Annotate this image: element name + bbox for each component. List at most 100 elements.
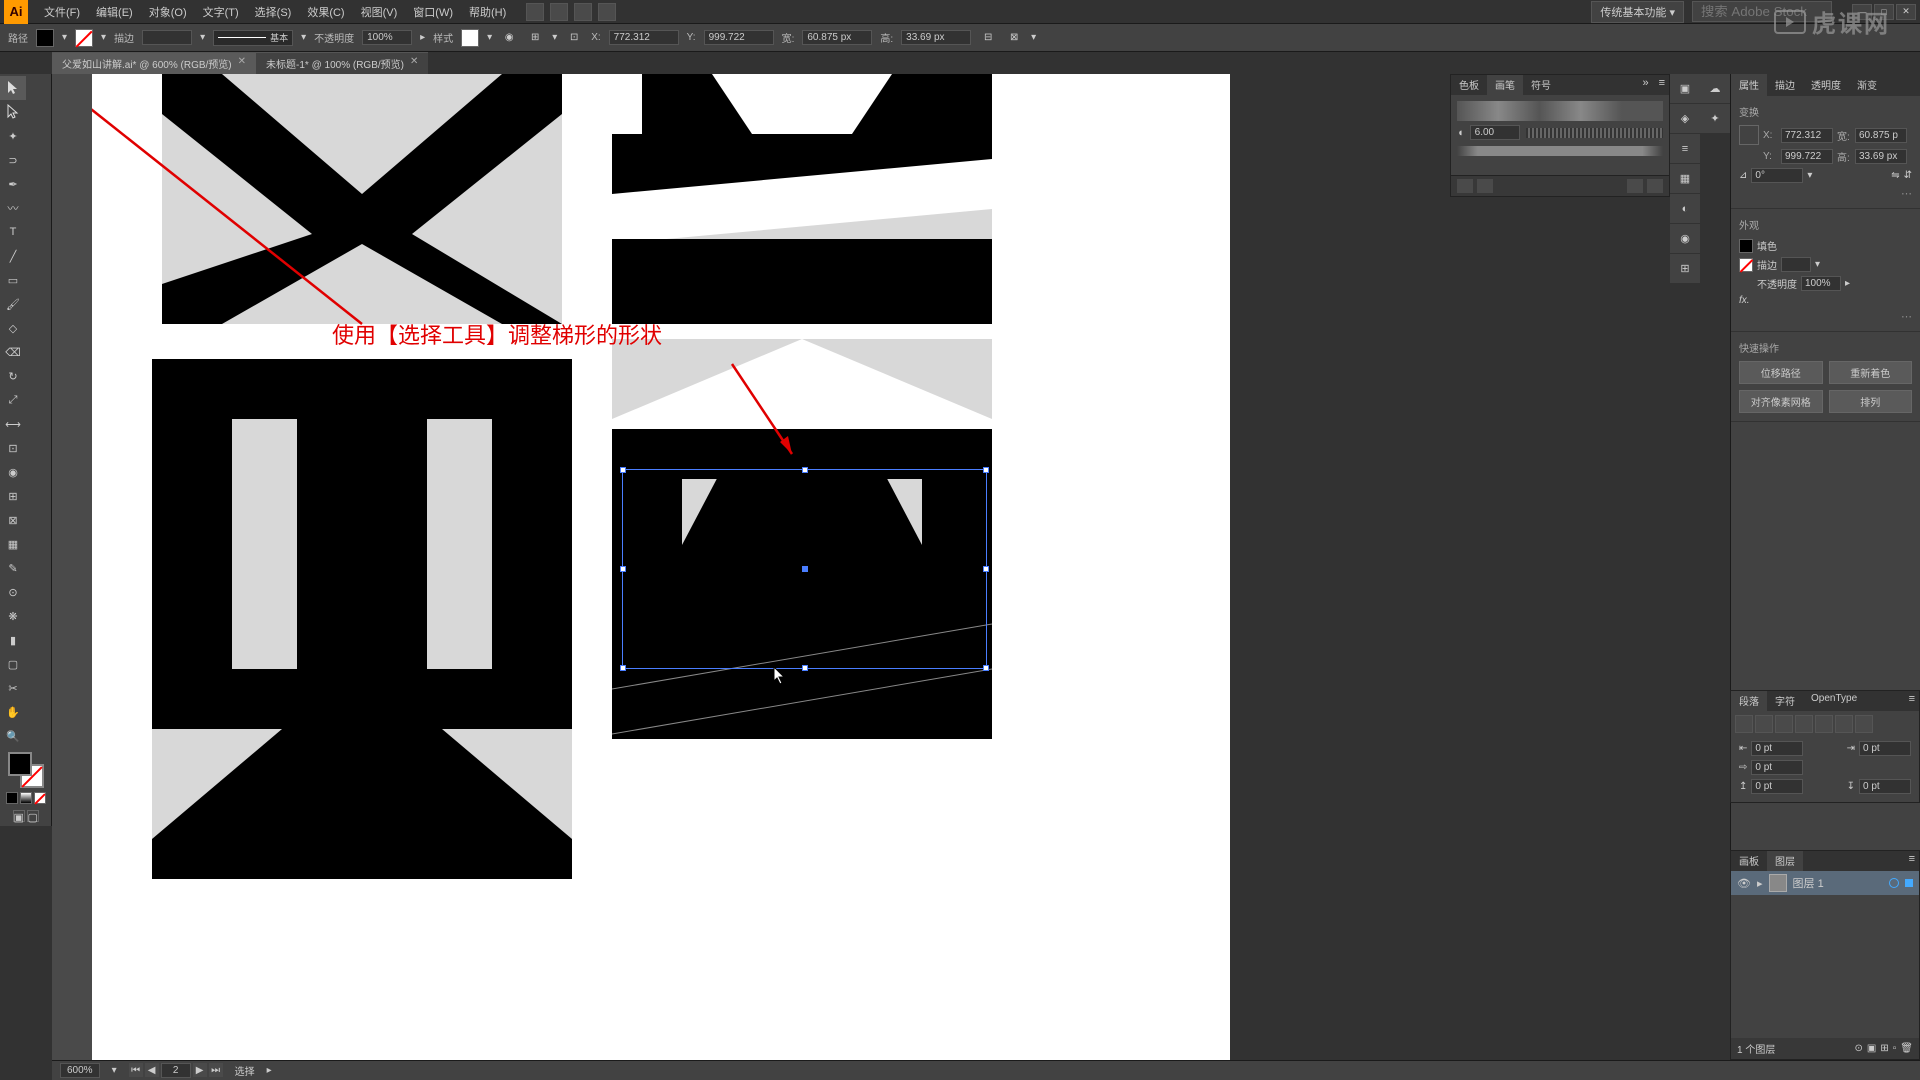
brush-preview-1[interactable] [1457,101,1663,121]
menu-text[interactable]: 文字(T) [195,4,247,20]
fill-color-swatch[interactable] [8,752,32,776]
workspace-selector[interactable]: 传统基本功能 ▾ [1591,1,1684,23]
x-input[interactable] [609,30,679,45]
line-tool[interactable]: ╱ [0,244,26,268]
justify-left-icon[interactable] [1795,715,1813,733]
sel-handle-nw[interactable] [620,467,626,473]
transparency-panel-icon[interactable]: ◐ [1670,194,1700,224]
transform-icon[interactable]: ⊡ [565,29,583,47]
swatches-tab[interactable]: 色板 [1451,75,1487,95]
stroke-weight-input[interactable] [142,30,192,45]
new-sublayer-icon[interactable]: ⊞ [1880,1043,1888,1054]
first-line-input[interactable] [1751,760,1803,775]
target-icon[interactable] [1889,878,1899,888]
opacity-prop-input[interactable] [1801,276,1841,291]
clip-icon[interactable]: ▣ [1867,1043,1876,1054]
fill-swatch[interactable] [36,29,54,47]
asset-icon[interactable]: ✦ [1700,104,1730,134]
justify-all-icon[interactable] [1855,715,1873,733]
search-stock-input[interactable] [1692,1,1832,22]
stroke-weight-prop[interactable] [1781,257,1811,272]
screen-mode-full[interactable]: ▢ [27,810,39,822]
canvas[interactable]: 使用【选择工具】调整梯形的形状 [52,74,1230,1060]
appearance-panel-icon[interactable]: ◉ [1670,224,1700,254]
color-mode-none[interactable] [34,792,46,804]
minimize-button[interactable]: — [1852,4,1872,20]
gradient-tool[interactable]: ▦ [0,532,26,556]
y-input[interactable] [704,30,774,45]
menu-select[interactable]: 选择(S) [247,4,300,20]
slice-tool[interactable]: ✂ [0,676,26,700]
new-layer-icon[interactable]: ▫ [1893,1043,1897,1054]
style-swatch[interactable] [461,29,479,47]
graph-tool[interactable]: ▮ [0,628,26,652]
align-icon[interactable]: ⊞ [526,29,544,47]
perspective-tool[interactable]: ⊞ [0,484,26,508]
selection-bounds[interactable] [622,469,987,669]
arrange-button[interactable]: 排列 [1829,390,1913,413]
sel-handle-e[interactable] [983,566,989,572]
stroke-swatch[interactable] [75,29,93,47]
eraser-tool[interactable]: ⌫ [0,340,26,364]
y-prop-input[interactable] [1781,149,1833,164]
mesh-tool[interactable]: ⊠ [0,508,26,532]
properties-tab[interactable]: 属性 [1731,74,1767,96]
sel-handle-ne[interactable] [983,467,989,473]
angle-input[interactable] [1751,168,1803,183]
graphic-styles-icon[interactable]: ⊞ [1670,254,1700,284]
color-panel-icon[interactable]: ▣ [1670,74,1700,104]
sel-handle-w[interactable] [620,566,626,572]
transparency-tab[interactable]: 透明度 [1803,74,1849,96]
zoom-tool[interactable]: 🔍 [0,724,26,748]
delete-brush-icon[interactable] [1647,179,1663,193]
justify-right-icon[interactable] [1835,715,1853,733]
stroke-panel-icon[interactable]: ≡ [1670,134,1700,164]
magic-wand-tool[interactable]: ✦ [0,124,26,148]
pixel-align-button[interactable]: 对齐像素网格 [1739,390,1823,413]
menubar-icon-2[interactable] [550,3,568,21]
lasso-tool[interactable]: ⊃ [0,148,26,172]
free-transform-tool[interactable]: ⊡ [0,436,26,460]
panel-menu-icon[interactable]: » [1636,75,1654,95]
isolate-icon[interactable]: ⊟ [979,29,997,47]
h-prop-input[interactable] [1855,149,1907,164]
artboards-tab[interactable]: 画板 [1731,851,1767,871]
artboard-tool[interactable]: ▢ [0,652,26,676]
last-artboard-icon[interactable]: ⏭ [209,1063,223,1077]
offset-path-button[interactable]: 位移路径 [1739,361,1823,384]
scale-tool[interactable]: ⤢ [0,388,26,412]
eyedropper-tool[interactable]: ✎ [0,556,26,580]
new-brush-icon[interactable] [1627,179,1643,193]
color-mode-gradient[interactable] [20,792,32,804]
indent-right-input[interactable] [1859,741,1911,756]
layers-tab[interactable]: 图层 [1767,851,1803,871]
screen-mode-normal[interactable]: ▣ [13,810,25,822]
symbol-sprayer-tool[interactable]: ❋ [0,604,26,628]
sel-center[interactable] [802,566,808,572]
brush-preview-2[interactable] [1526,128,1663,138]
blend-tool[interactable]: ⊙ [0,580,26,604]
paragraph-tab[interactable]: 段落 [1731,691,1767,711]
character-tab[interactable]: 字符 [1767,691,1803,711]
reference-point[interactable] [1739,125,1759,145]
panel-menu-icon[interactable]: ≡ [1905,691,1919,711]
color-guide-icon[interactable]: ◈ [1670,104,1700,134]
first-artboard-icon[interactable]: ⏮ [129,1063,143,1077]
artboard-number[interactable]: 2 [161,1063,191,1078]
gradient-panel-icon[interactable]: ▦ [1670,164,1700,194]
symbols-tab[interactable]: 符号 [1523,75,1559,95]
indent-left-input[interactable] [1751,741,1803,756]
brush-size-input[interactable] [1470,125,1520,140]
hand-tool[interactable]: ✋ [0,700,26,724]
width-tool[interactable]: ⟷ [0,412,26,436]
more-options-icon[interactable]: ⋯ [1739,187,1912,200]
pen-tool[interactable]: ✒ [0,172,26,196]
visibility-icon[interactable]: 👁 [1737,877,1751,890]
direct-selection-tool[interactable] [0,100,26,124]
menubar-icon-3[interactable] [574,3,592,21]
flip-v-icon[interactable]: ⇵ [1904,170,1912,181]
next-artboard-icon[interactable]: ▶ [193,1063,207,1077]
menu-view[interactable]: 视图(V) [353,4,406,20]
menu-file[interactable]: 文件(F) [36,4,88,20]
tab-close-icon[interactable]: ✕ [238,56,246,71]
